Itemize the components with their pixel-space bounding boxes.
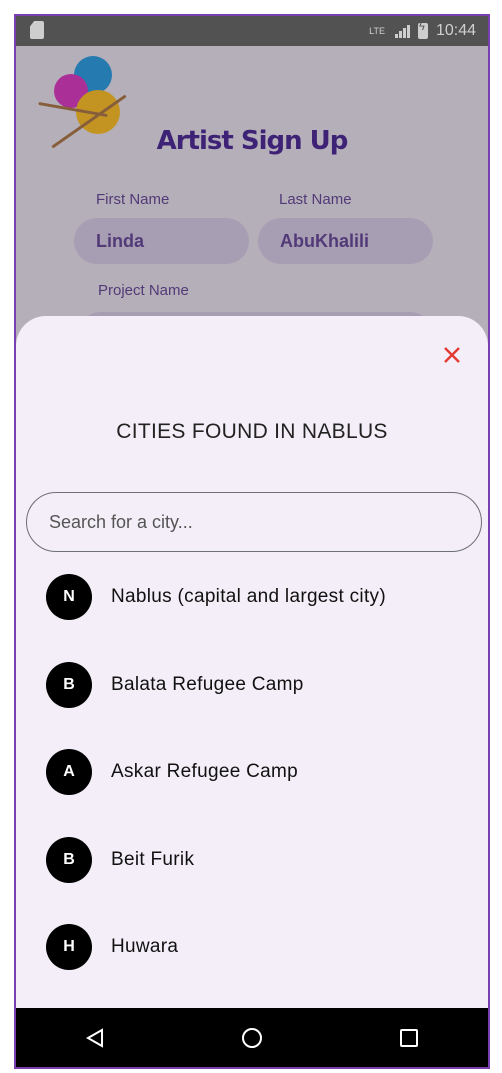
city-name: Askar Refugee Camp: [111, 761, 299, 782]
city-search-input[interactable]: [27, 493, 481, 551]
city-initial-avatar: H: [46, 924, 92, 970]
navigation-bar: [16, 1008, 488, 1067]
back-triangle-icon: [85, 1027, 103, 1048]
city-list-item[interactable]: A Askar Refugee Camp: [16, 749, 488, 837]
phone-screen: LTE 10:44 Artist Sign Up First Name Last…: [14, 14, 490, 1069]
city-name: Beit Furik: [111, 848, 195, 870]
city-name: Huwara: [111, 936, 179, 957]
city-list-item[interactable]: H Huwara: [16, 924, 488, 1012]
recents-button[interactable]: [389, 1018, 429, 1058]
close-button[interactable]: [440, 344, 464, 368]
city-initial-avatar: N: [46, 574, 92, 620]
city-list-item[interactable]: B Balata Refugee Camp: [16, 661, 488, 750]
scrim[interactable]: [16, 16, 488, 346]
city-name: Balata Refugee Camp: [111, 673, 304, 695]
city-list-item[interactable]: B Beit Furik: [16, 836, 488, 925]
city-initial-avatar: B: [46, 836, 92, 883]
recents-square-icon: [400, 1028, 419, 1047]
city-picker-sheet: CITIES FOUND IN NABLUS N Nablus (capital…: [16, 316, 488, 1058]
city-search-field[interactable]: [26, 492, 482, 552]
city-list: N Nablus (capital and largest city) B Ba…: [16, 574, 488, 1067]
city-name: Nablus (capital and largest city): [111, 586, 386, 607]
city-initial-avatar: A: [46, 749, 92, 795]
city-list-item[interactable]: N Nablus (capital and largest city): [16, 574, 488, 662]
home-button[interactable]: [232, 1018, 272, 1058]
sheet-title: CITIES FOUND IN NABLUS: [116, 420, 388, 443]
back-button[interactable]: [75, 1018, 115, 1058]
close-icon: [444, 347, 460, 363]
home-circle-icon: [241, 1027, 262, 1048]
city-initial-avatar: B: [46, 661, 92, 708]
